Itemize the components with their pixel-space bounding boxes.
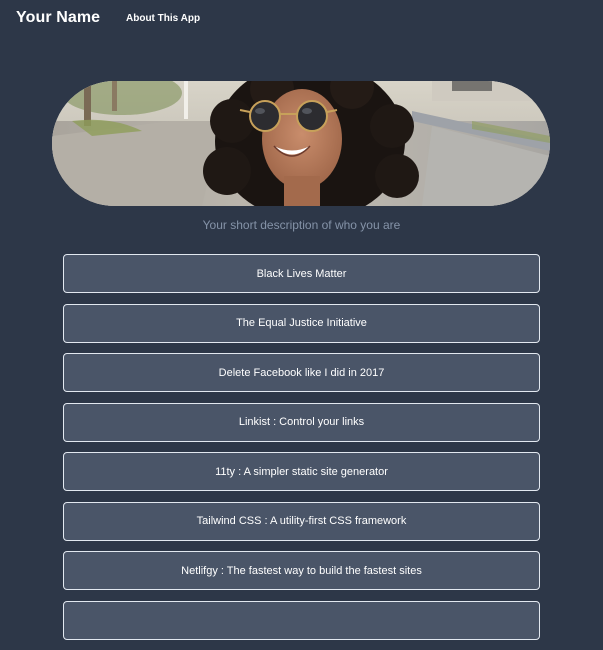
link-button-netlify[interactable]: Netlifgy : The fastest way to build the … [63,551,540,590]
link-button-equal-justice-initiative[interactable]: The Equal Justice Initiative [63,303,540,343]
link-button-delete-facebook[interactable]: Delete Facebook like I did in 2017 [63,353,540,392]
link-button-11ty[interactable]: 11ty : A simpler static site generator [63,452,540,491]
brand-link[interactable]: Your Name [16,9,100,27]
link-button-partial[interactable] [63,600,540,640]
link-list: Black Lives Matter The Equal Justice Ini… [63,254,540,650]
profile-photo [52,81,550,206]
link-button-black-lives-matter[interactable]: Black Lives Matter [63,254,540,293]
link-button-tailwind-css[interactable]: Tailwind CSS : A utility-first CSS frame… [63,501,540,541]
link-button-linkist[interactable]: Linkist : Control your links [63,402,540,442]
about-link[interactable]: About This App [126,13,200,24]
profile-tagline: Your short description of who you are [202,218,401,232]
top-nav: Your Name About This App [0,0,603,40]
profile-banner-image [52,81,550,206]
